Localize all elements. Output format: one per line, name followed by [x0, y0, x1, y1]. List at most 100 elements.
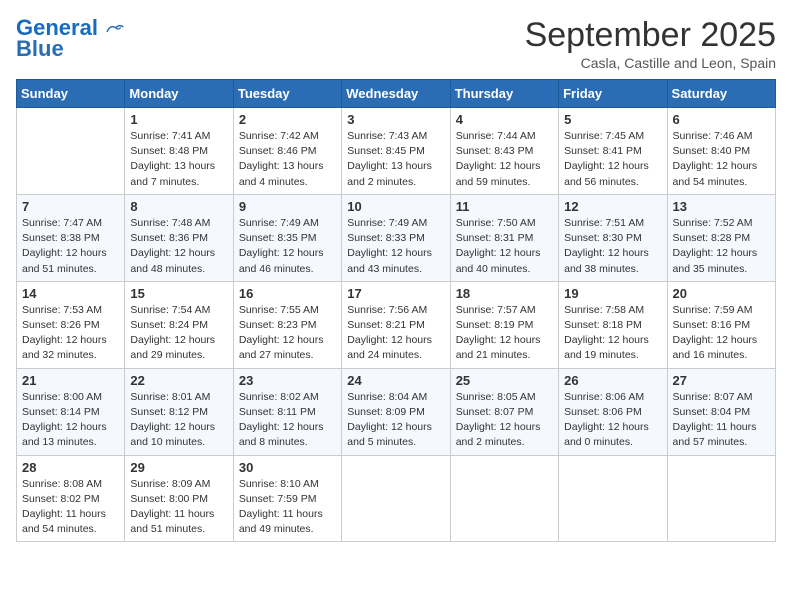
calendar-cell: 16 Sunrise: 7:55 AMSunset: 8:23 PMDayligh…: [233, 281, 341, 368]
calendar-cell: [17, 108, 125, 195]
day-info: Sunrise: 7:57 AMSunset: 8:19 PMDaylight:…: [456, 303, 553, 364]
calendar-cell: 4 Sunrise: 7:44 AMSunset: 8:43 PMDaylight…: [450, 108, 558, 195]
calendar-header-row: SundayMondayTuesdayWednesdayThursdayFrid…: [17, 80, 776, 108]
day-number: 17: [347, 286, 444, 301]
calendar-cell: 10Sunrise: 7:49 AMSunset: 8:33 PMDayligh…: [342, 194, 450, 281]
calendar-cell: 26 Sunrise: 8:06 AMSunset: 8:06 PMDayligh…: [559, 368, 667, 455]
day-number: 26: [564, 373, 661, 388]
calendar-cell: [450, 455, 558, 542]
day-number: 27: [673, 373, 770, 388]
weekday-header: Saturday: [667, 80, 775, 108]
day-number: 21: [22, 373, 119, 388]
day-info: Sunrise: 7:59 AMSunset: 8:16 PMDaylight:…: [673, 303, 770, 364]
day-info: Sunrise: 7:49 AMSunset: 8:35 PMDaylight:…: [239, 216, 336, 277]
calendar-week-row: 21 Sunrise: 8:00 AMSunset: 8:14 PMDayligh…: [17, 368, 776, 455]
calendar-cell: 24Sunrise: 8:04 AMSunset: 8:09 PMDayligh…: [342, 368, 450, 455]
calendar-table: SundayMondayTuesdayWednesdayThursdayFrid…: [16, 79, 776, 542]
day-info: Sunrise: 7:44 AMSunset: 8:43 PMDaylight:…: [456, 129, 553, 190]
calendar-cell: [667, 455, 775, 542]
day-number: 5: [564, 112, 661, 127]
weekday-header: Wednesday: [342, 80, 450, 108]
day-info: Sunrise: 8:08 AMSunset: 8:02 PMDaylight:…: [22, 477, 119, 538]
day-number: 19: [564, 286, 661, 301]
calendar-cell: 20 Sunrise: 7:59 AMSunset: 8:16 PMDayligh…: [667, 281, 775, 368]
calendar-cell: 9 Sunrise: 7:49 AMSunset: 8:35 PMDaylight…: [233, 194, 341, 281]
day-info: Sunrise: 8:05 AMSunset: 8:07 PMDaylight:…: [456, 390, 553, 451]
day-info: Sunrise: 7:47 AMSunset: 8:38 PMDaylight:…: [22, 216, 119, 277]
day-number: 15: [130, 286, 227, 301]
day-info: Sunrise: 7:41 AMSunset: 8:48 PMDaylight:…: [130, 129, 227, 190]
day-info: Sunrise: 7:54 AMSunset: 8:24 PMDaylight:…: [130, 303, 227, 364]
day-number: 25: [456, 373, 553, 388]
day-info: Sunrise: 8:00 AMSunset: 8:14 PMDaylight:…: [22, 390, 119, 451]
day-info: Sunrise: 7:43 AMSunset: 8:45 PMDaylight:…: [347, 129, 444, 190]
calendar-cell: [559, 455, 667, 542]
day-number: 20: [673, 286, 770, 301]
day-info: Sunrise: 7:51 AMSunset: 8:30 PMDaylight:…: [564, 216, 661, 277]
calendar-cell: 13 Sunrise: 7:52 AMSunset: 8:28 PMDayligh…: [667, 194, 775, 281]
day-number: 29: [130, 460, 227, 475]
calendar-cell: 29 Sunrise: 8:09 AMSunset: 8:00 PMDayligh…: [125, 455, 233, 542]
day-info: Sunrise: 7:56 AMSunset: 8:21 PMDaylight:…: [347, 303, 444, 364]
day-info: Sunrise: 7:42 AMSunset: 8:46 PMDaylight:…: [239, 129, 336, 190]
day-info: Sunrise: 7:50 AMSunset: 8:31 PMDaylight:…: [456, 216, 553, 277]
day-info: Sunrise: 8:06 AMSunset: 8:06 PMDaylight:…: [564, 390, 661, 451]
day-number: 4: [456, 112, 553, 127]
day-info: Sunrise: 7:58 AMSunset: 8:18 PMDaylight:…: [564, 303, 661, 364]
day-number: 30: [239, 460, 336, 475]
calendar-cell: 21 Sunrise: 8:00 AMSunset: 8:14 PMDayligh…: [17, 368, 125, 455]
day-info: Sunrise: 8:01 AMSunset: 8:12 PMDaylight:…: [130, 390, 227, 451]
day-number: 8: [130, 199, 227, 214]
weekday-header: Tuesday: [233, 80, 341, 108]
day-info: Sunrise: 7:49 AMSunset: 8:33 PMDaylight:…: [347, 216, 444, 277]
calendar-cell: 25 Sunrise: 8:05 AMSunset: 8:07 PMDayligh…: [450, 368, 558, 455]
calendar-cell: 17 Sunrise: 7:56 AMSunset: 8:21 PMDayligh…: [342, 281, 450, 368]
day-number: 12: [564, 199, 661, 214]
day-number: 16: [239, 286, 336, 301]
day-info: Sunrise: 8:10 AMSunset: 7:59 PMDaylight:…: [239, 477, 336, 538]
calendar-cell: 2 Sunrise: 7:42 AMSunset: 8:46 PMDaylight…: [233, 108, 341, 195]
day-number: 28: [22, 460, 119, 475]
day-number: 2: [239, 112, 336, 127]
day-info: Sunrise: 7:48 AMSunset: 8:36 PMDaylight:…: [130, 216, 227, 277]
calendar-cell: 23 Sunrise: 8:02 AMSunset: 8:11 PMDayligh…: [233, 368, 341, 455]
day-info: Sunrise: 7:55 AMSunset: 8:23 PMDaylight:…: [239, 303, 336, 364]
day-info: Sunrise: 7:46 AMSunset: 8:40 PMDaylight:…: [673, 129, 770, 190]
page-header: General Blue September 2025 Casla, Casti…: [16, 16, 776, 71]
day-number: 14: [22, 286, 119, 301]
calendar-cell: 8 Sunrise: 7:48 AMSunset: 8:36 PMDaylight…: [125, 194, 233, 281]
day-info: Sunrise: 8:02 AMSunset: 8:11 PMDaylight:…: [239, 390, 336, 451]
day-info: Sunrise: 8:07 AMSunset: 8:04 PMDaylight:…: [673, 390, 770, 451]
day-number: 18: [456, 286, 553, 301]
day-number: 9: [239, 199, 336, 214]
calendar-cell: 15 Sunrise: 7:54 AMSunset: 8:24 PMDayligh…: [125, 281, 233, 368]
month-title: September 2025: [525, 16, 776, 55]
calendar-cell: 5 Sunrise: 7:45 AMSunset: 8:41 PMDaylight…: [559, 108, 667, 195]
logo-blue: Blue: [16, 36, 64, 62]
calendar-cell: 18 Sunrise: 7:57 AMSunset: 8:19 PMDayligh…: [450, 281, 558, 368]
day-info: Sunrise: 7:52 AMSunset: 8:28 PMDaylight:…: [673, 216, 770, 277]
day-info: Sunrise: 7:45 AMSunset: 8:41 PMDaylight:…: [564, 129, 661, 190]
day-info: Sunrise: 7:53 AMSunset: 8:26 PMDaylight:…: [22, 303, 119, 364]
day-info: Sunrise: 8:09 AMSunset: 8:00 PMDaylight:…: [130, 477, 227, 538]
logo: General Blue: [16, 16, 124, 62]
day-number: 6: [673, 112, 770, 127]
calendar-cell: 7 Sunrise: 7:47 AMSunset: 8:38 PMDaylight…: [17, 194, 125, 281]
calendar-cell: [342, 455, 450, 542]
day-info: Sunrise: 8:04 AMSunset: 8:09 PMDaylight:…: [347, 390, 444, 451]
day-number: 7: [22, 199, 119, 214]
calendar-week-row: 1 Sunrise: 7:41 AMSunset: 8:48 PMDaylight…: [17, 108, 776, 195]
calendar-week-row: 7 Sunrise: 7:47 AMSunset: 8:38 PMDaylight…: [17, 194, 776, 281]
calendar-cell: 30 Sunrise: 8:10 AMSunset: 7:59 PMDayligh…: [233, 455, 341, 542]
calendar-cell: 3Sunrise: 7:43 AMSunset: 8:45 PMDaylight…: [342, 108, 450, 195]
calendar-cell: 6 Sunrise: 7:46 AMSunset: 8:40 PMDaylight…: [667, 108, 775, 195]
calendar-cell: 19 Sunrise: 7:58 AMSunset: 8:18 PMDayligh…: [559, 281, 667, 368]
calendar-cell: 1 Sunrise: 7:41 AMSunset: 8:48 PMDaylight…: [125, 108, 233, 195]
day-number: 23: [239, 373, 336, 388]
day-number: 1: [130, 112, 227, 127]
weekday-header: Thursday: [450, 80, 558, 108]
calendar-cell: 22Sunrise: 8:01 AMSunset: 8:12 PMDayligh…: [125, 368, 233, 455]
title-block: September 2025 Casla, Castille and Leon,…: [525, 16, 776, 71]
day-number: 13: [673, 199, 770, 214]
weekday-header: Friday: [559, 80, 667, 108]
